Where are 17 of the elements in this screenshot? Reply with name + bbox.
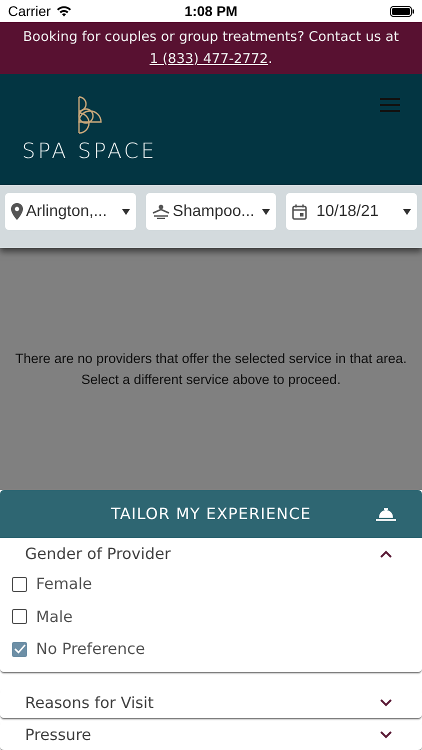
option-label: Female: [36, 575, 92, 594]
option-label: No Preference: [36, 640, 146, 658]
section-header[interactable]: Gender of Provider: [0, 538, 422, 568]
tailor-bar[interactable]: TAILOR MY EXPERIENCE: [0, 490, 422, 538]
section-header[interactable]: Pressure: [0, 720, 422, 750]
empty-message: There are no providers that offer the selected service in that area. Select a different service above to proceed.: [14, 350, 408, 389]
section-header[interactable]: Reasons for Visit: [0, 688, 422, 718]
carrier-name: Carrier: [8, 3, 51, 19]
promo-text: Booking for couples or group treatments? Contact us at 1 (833) 477-2772.: [22, 28, 400, 69]
phone-link[interactable]: 1 (833) 477-2772: [150, 51, 268, 67]
filter-dropdown[interactable]: Shampoo...: [146, 193, 276, 230]
tailor-title: TAILOR MY EXPERIENCE: [110, 505, 312, 523]
filter-dropdown[interactable]: Arlington,...: [5, 193, 136, 230]
filter-dropdown[interactable]: 10/18/21: [286, 193, 418, 230]
status-time: 1:08 PM: [184, 3, 238, 19]
logo-text: SPA SPACE: [22, 139, 157, 163]
option-label: Male: [36, 608, 73, 626]
